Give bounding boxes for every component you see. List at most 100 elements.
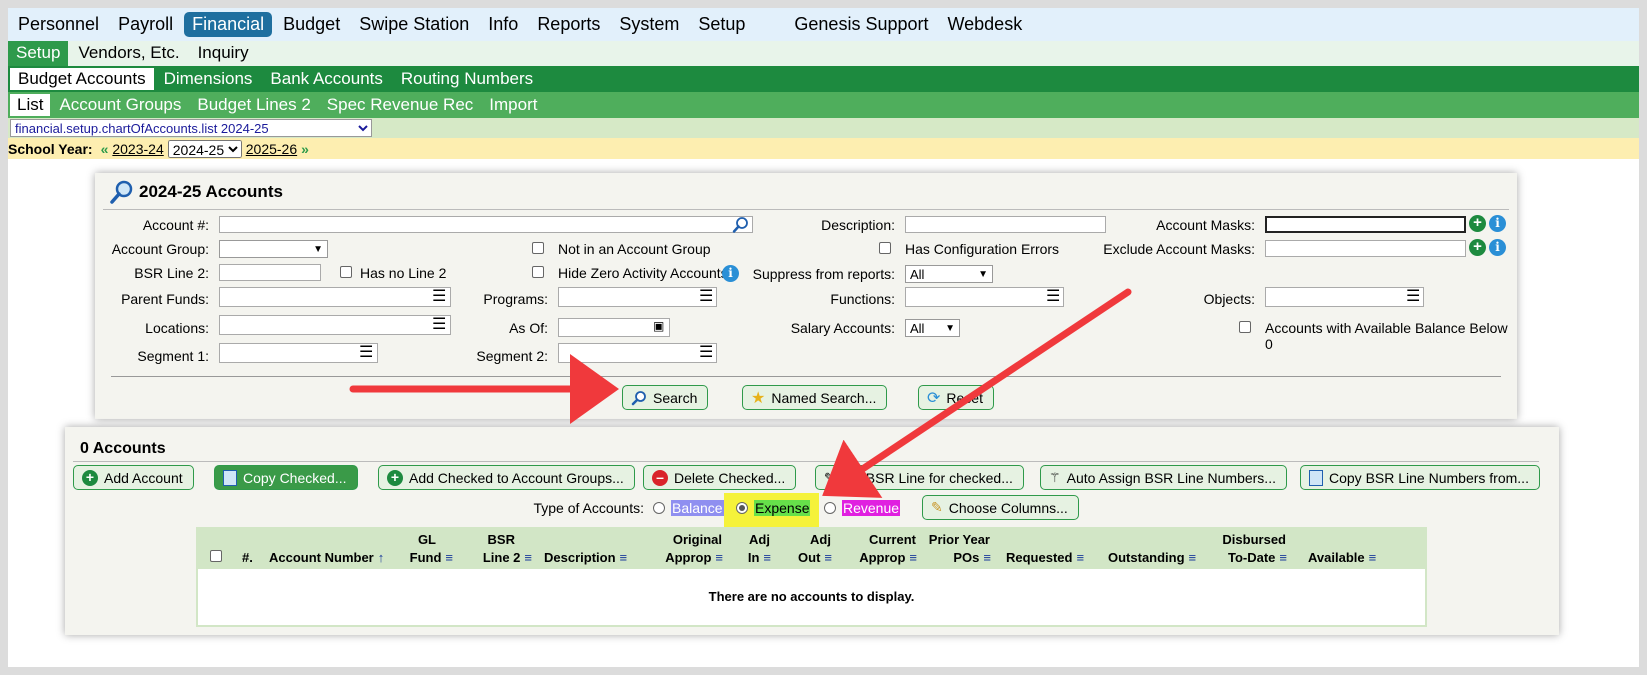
not-in-group-checkbox[interactable]: [532, 242, 544, 254]
expense-radio[interactable]: [736, 502, 748, 514]
locations-input[interactable]: [219, 315, 451, 335]
prev-year-link[interactable]: 2023-24: [112, 141, 163, 157]
info-icon[interactable]: i: [1489, 215, 1506, 232]
menu-icon[interactable]: ≡: [824, 550, 832, 565]
prev-year-icon[interactable]: «: [101, 141, 109, 157]
col-outstanding[interactable]: Outstanding ≡: [1108, 549, 1196, 567]
calendar-icon[interactable]: ▣: [653, 319, 664, 333]
has-no-line2-checkbox[interactable]: [340, 266, 352, 278]
col-adj-out[interactable]: Adj Out ≡: [788, 531, 832, 567]
page-select[interactable]: financial.setup.chartOfAccounts.list 202…: [10, 119, 372, 137]
submenu-routing-numbers[interactable]: Routing Numbers: [393, 68, 541, 90]
menu-icon[interactable]: ≡: [983, 550, 991, 565]
submenu-import[interactable]: Import: [482, 94, 544, 116]
menu-icon[interactable]: ≡: [445, 550, 453, 565]
functions-input[interactable]: [905, 287, 1064, 307]
parent-funds-input[interactable]: [219, 287, 451, 307]
submenu-spec-revenue-rec[interactable]: Spec Revenue Rec: [320, 94, 480, 116]
menu-setup[interactable]: Setup: [690, 12, 753, 37]
balance-radio[interactable]: [653, 502, 665, 514]
submenu-setup[interactable]: Setup: [8, 41, 69, 66]
submenu-inquiry[interactable]: Inquiry: [190, 41, 257, 66]
choose-columns-button[interactable]: ✎ Choose Columns...: [922, 495, 1079, 520]
menu-webdesk[interactable]: Webdesk: [939, 12, 1030, 37]
account-masks-input[interactable]: [1265, 216, 1466, 233]
submenu-account-groups[interactable]: Account Groups: [52, 94, 188, 116]
col-description[interactable]: Description ≡: [544, 549, 627, 567]
menu-icon[interactable]: ≡: [715, 550, 723, 565]
salary-select[interactable]: All ▼: [905, 319, 960, 337]
account-num-input[interactable]: [219, 216, 753, 233]
menu-icon[interactable]: ≡: [763, 550, 771, 565]
add-account-button[interactable]: + Add Account: [73, 465, 194, 490]
description-input[interactable]: [905, 216, 1106, 233]
objects-input[interactable]: [1265, 287, 1424, 307]
submenu-vendors[interactable]: Vendors, Etc.: [70, 41, 187, 66]
hide-zero-checkbox[interactable]: [532, 266, 544, 278]
exclude-masks-input[interactable]: [1265, 240, 1466, 257]
menu-info[interactable]: Info: [480, 12, 526, 37]
submenu-dimensions[interactable]: Dimensions: [156, 68, 261, 90]
col-gl[interactable]: GL Fund ≡: [403, 531, 453, 567]
col-current-approp[interactable]: Current Approp ≡: [843, 531, 917, 567]
next-year-icon[interactable]: »: [301, 141, 309, 157]
config-errors-checkbox[interactable]: [879, 242, 891, 254]
col-adj-in[interactable]: Adj In ≡: [733, 531, 771, 567]
named-search-button[interactable]: ★ Named Search...: [742, 385, 888, 410]
menu-icon[interactable]: ≡: [1369, 550, 1377, 565]
revenue-radio[interactable]: [824, 502, 836, 514]
add-mask-icon[interactable]: +: [1469, 215, 1486, 232]
hamburger-icon[interactable]: ☰: [1046, 289, 1060, 305]
segment2-input[interactable]: [558, 343, 717, 363]
menu-genesis-support[interactable]: Genesis Support: [786, 12, 936, 37]
menu-budget[interactable]: Budget: [275, 12, 348, 37]
hamburger-icon[interactable]: ☰: [699, 345, 713, 361]
next-year-link[interactable]: 2025-26: [246, 141, 297, 157]
menu-icon[interactable]: ≡: [524, 550, 532, 565]
delete-checked-button[interactable]: – Delete Checked...: [643, 465, 797, 490]
menu-icon[interactable]: ≡: [909, 550, 917, 565]
programs-input[interactable]: [558, 287, 717, 307]
select-all-checkbox[interactable]: [210, 550, 222, 562]
below-zero-checkbox[interactable]: [1239, 321, 1251, 333]
col-bsr[interactable]: BSR Line 2 ≡: [468, 531, 532, 567]
hamburger-icon[interactable]: ☰: [1406, 289, 1420, 305]
col-account-number[interactable]: Account Number ↑: [269, 549, 384, 567]
search-button[interactable]: Search: [622, 385, 709, 410]
menu-reports[interactable]: Reports: [529, 12, 608, 37]
col-available[interactable]: Available ≡: [1308, 549, 1376, 567]
hamburger-icon[interactable]: ☰: [359, 345, 373, 361]
col-prior-year-pos[interactable]: Prior Year POs ≡: [923, 531, 991, 567]
hamburger-icon[interactable]: ☰: [699, 289, 713, 305]
submenu-list[interactable]: List: [10, 94, 51, 116]
suppress-select[interactable]: All ▼: [905, 265, 993, 283]
menu-icon[interactable]: ≡: [620, 550, 628, 565]
submenu-budget-accounts[interactable]: Budget Accounts: [10, 68, 154, 90]
menu-icon[interactable]: ≡: [1279, 550, 1287, 565]
info-icon[interactable]: i: [1489, 239, 1506, 256]
submenu-budget-lines-2[interactable]: Budget Lines 2: [190, 94, 317, 116]
col-requested[interactable]: Requested ≡: [1006, 549, 1084, 567]
sort-up-icon[interactable]: ↑: [378, 550, 385, 565]
add-to-groups-button[interactable]: + Add Checked to Account Groups...: [378, 465, 635, 490]
menu-payroll[interactable]: Payroll: [110, 12, 181, 37]
set-bsr-button[interactable]: ✎ Set BSR Line for checked...: [815, 465, 1024, 490]
menu-financial[interactable]: Financial: [184, 12, 273, 37]
menu-system[interactable]: System: [611, 12, 687, 37]
menu-icon[interactable]: ≡: [1189, 550, 1197, 565]
menu-personnel[interactable]: Personnel: [10, 12, 107, 37]
col-original-approp[interactable]: Original Approp ≡: [648, 531, 723, 567]
submenu-bank-accounts[interactable]: Bank Accounts: [262, 68, 390, 90]
reset-button[interactable]: ⟳ Reset: [918, 385, 994, 410]
bsr-line2-input[interactable]: [219, 264, 321, 281]
auto-assign-button[interactable]: ⚚ Auto Assign BSR Line Numbers...: [1040, 465, 1287, 490]
account-group-select[interactable]: ▼: [219, 240, 328, 258]
menu-swipe-station[interactable]: Swipe Station: [351, 12, 477, 37]
school-year-select[interactable]: 2024-25: [167, 139, 242, 158]
segment1-input[interactable]: [219, 343, 378, 363]
add-exclude-mask-icon[interactable]: +: [1469, 239, 1486, 256]
col-disbursed-to-date[interactable]: Disbursed To-Date ≡: [1213, 531, 1287, 567]
copy-bsr-button[interactable]: Copy BSR Line Numbers from...: [1300, 465, 1540, 490]
menu-icon[interactable]: ≡: [1076, 550, 1084, 565]
copy-checked-button[interactable]: Copy Checked...: [214, 465, 358, 490]
